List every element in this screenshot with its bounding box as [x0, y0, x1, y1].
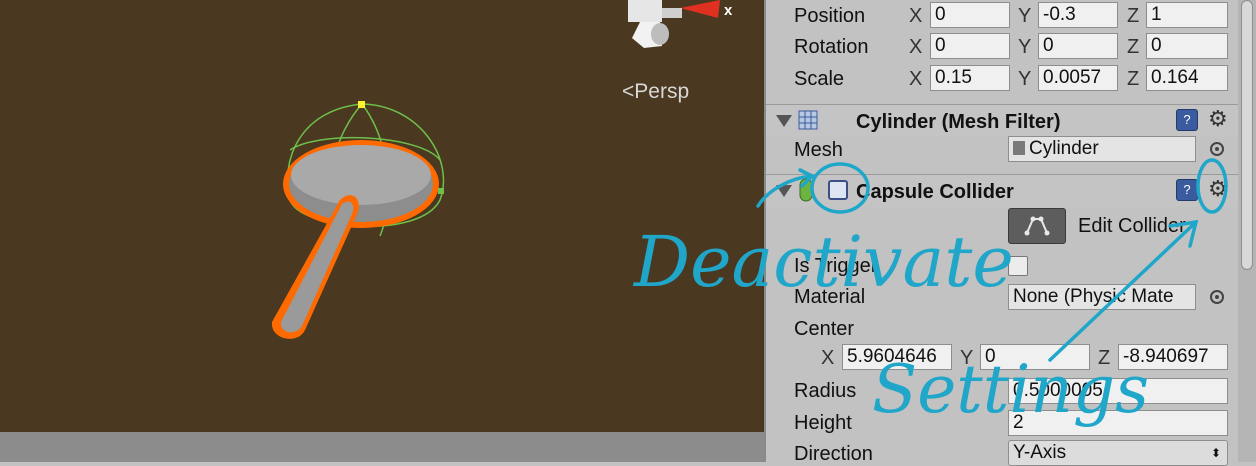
scale-row: Scale X 0.15 Y 0.0057 Z 0.164	[766, 65, 1240, 97]
edit-collider-button[interactable]	[1008, 208, 1066, 244]
material-picker-icon[interactable]	[1210, 290, 1224, 304]
mesh-filter-gear-icon[interactable]: ⚙	[1208, 108, 1228, 130]
capsule-collider-gear-icon[interactable]: ⚙	[1208, 178, 1228, 200]
scale-z-field[interactable]: 0.164	[1146, 65, 1228, 91]
inspector-panel: Position X 0 Y -0.3 Z 1 Rotation X 0 Y 0…	[764, 0, 1240, 466]
rotation-label: Rotation	[794, 36, 869, 58]
fold-arrow-icon[interactable]	[776, 115, 792, 127]
center-x-field[interactable]: 5.9604646	[842, 344, 952, 370]
rotation-x-axis: X	[909, 36, 923, 58]
scene-viewport[interactable]	[0, 0, 764, 462]
inspector-scrollbar[interactable]	[1238, 0, 1256, 462]
height-label: Height	[794, 412, 852, 434]
rotation-z-axis: Z	[1127, 36, 1140, 58]
mesh-filter-title: Cylinder (Mesh Filter)	[856, 111, 1061, 133]
material-object-field[interactable]: None (Physic Mate	[1008, 284, 1196, 310]
position-z-field[interactable]: 1	[1146, 2, 1228, 28]
rotation-z-field[interactable]: 0	[1146, 33, 1228, 59]
gizmo-x-cone[interactable]	[680, 0, 720, 18]
rotation-row: Rotation X 0 Y 0 Z 0	[766, 33, 1240, 65]
rotation-x-field[interactable]: 0	[930, 33, 1010, 59]
center-z-field[interactable]: -8.940697	[1118, 344, 1228, 370]
mesh-filter-header[interactable]: Cylinder (Mesh Filter) ? ⚙	[766, 104, 1240, 137]
center-y-axis: Y	[960, 347, 974, 369]
height-field[interactable]: 2	[1008, 410, 1228, 436]
gizmo-arm	[662, 8, 682, 18]
capsule-collider-help-icon[interactable]: ?	[1176, 179, 1198, 201]
gizmo-cube	[628, 0, 662, 22]
position-row: Position X 0 Y -0.3 Z 1	[766, 0, 1240, 32]
position-x-field[interactable]: 0	[930, 2, 1010, 28]
center-label: Center	[794, 318, 855, 340]
scene-view[interactable]: x <Persp	[0, 0, 764, 462]
position-y-field[interactable]: -0.3	[1038, 2, 1118, 28]
collider-handle-side[interactable]	[438, 188, 444, 194]
scrollbar-thumb[interactable]	[1241, 0, 1253, 270]
center-x-axis: X	[821, 347, 835, 369]
rotation-y-field[interactable]: 0	[1038, 33, 1118, 59]
position-z-axis: Z	[1127, 5, 1140, 27]
dropdown-arrows-icon: ⬍	[1210, 446, 1221, 460]
gizmo-x-label: x	[724, 2, 733, 19]
position-y-axis: Y	[1018, 5, 1032, 27]
center-z-axis: Z	[1098, 347, 1111, 369]
orientation-gizmo[interactable]	[628, 0, 720, 48]
capsule-collider-icon	[799, 178, 813, 202]
mesh-filter-grid-icon	[798, 110, 818, 130]
position-x-axis: X	[909, 5, 923, 27]
edit-collider-label: Edit Collider	[1078, 215, 1186, 237]
scale-z-axis: Z	[1127, 68, 1140, 90]
gizmo-cone-back[interactable]	[651, 23, 669, 45]
scale-x-field[interactable]: 0.15	[930, 65, 1010, 91]
fold-arrow-icon[interactable]	[776, 185, 792, 197]
collider-handle[interactable]	[358, 101, 365, 108]
scale-y-axis: Y	[1018, 68, 1032, 90]
scale-label: Scale	[794, 68, 845, 90]
mesh-object-field[interactable]: Cylinder	[1008, 136, 1196, 162]
rotation-y-axis: Y	[1018, 36, 1032, 58]
radius-field[interactable]: 0.5000005	[1008, 378, 1228, 404]
capsule-collider-title: Capsule Collider	[856, 181, 1014, 203]
scene-bottom-bar	[0, 432, 764, 462]
capsule-collider-enable-checkbox[interactable]	[828, 180, 848, 200]
material-label: Material	[794, 286, 866, 308]
mesh-filter-help-icon[interactable]: ?	[1176, 109, 1198, 131]
position-label: Position	[794, 5, 866, 27]
mushroom-mesh[interactable]	[271, 140, 439, 339]
projection-label[interactable]: <Persp	[622, 80, 689, 104]
mesh-value: Cylinder	[1029, 138, 1099, 159]
radius-label: Radius	[794, 380, 857, 402]
scale-y-field[interactable]: 0.0057	[1038, 65, 1118, 91]
direction-label: Direction	[794, 443, 873, 465]
is-trigger-checkbox[interactable]	[1008, 256, 1028, 276]
mesh-row: Mesh Cylinder	[766, 136, 1240, 168]
scale-x-axis: X	[909, 68, 923, 90]
mesh-picker-icon[interactable]	[1210, 142, 1224, 156]
edit-collider-icon	[1024, 216, 1050, 236]
center-y-field[interactable]: 0	[980, 344, 1090, 370]
persp-label: Persp	[634, 80, 690, 103]
mesh-asset-icon	[1013, 141, 1025, 155]
mesh-label: Mesh	[794, 139, 843, 161]
stem-mesh	[280, 201, 354, 333]
is-trigger-label: Is Trigger	[794, 255, 878, 277]
direction-value: Y-Axis	[1013, 442, 1067, 463]
direction-dropdown[interactable]: Y-Axis ⬍	[1008, 440, 1228, 466]
cap-top	[291, 145, 431, 205]
